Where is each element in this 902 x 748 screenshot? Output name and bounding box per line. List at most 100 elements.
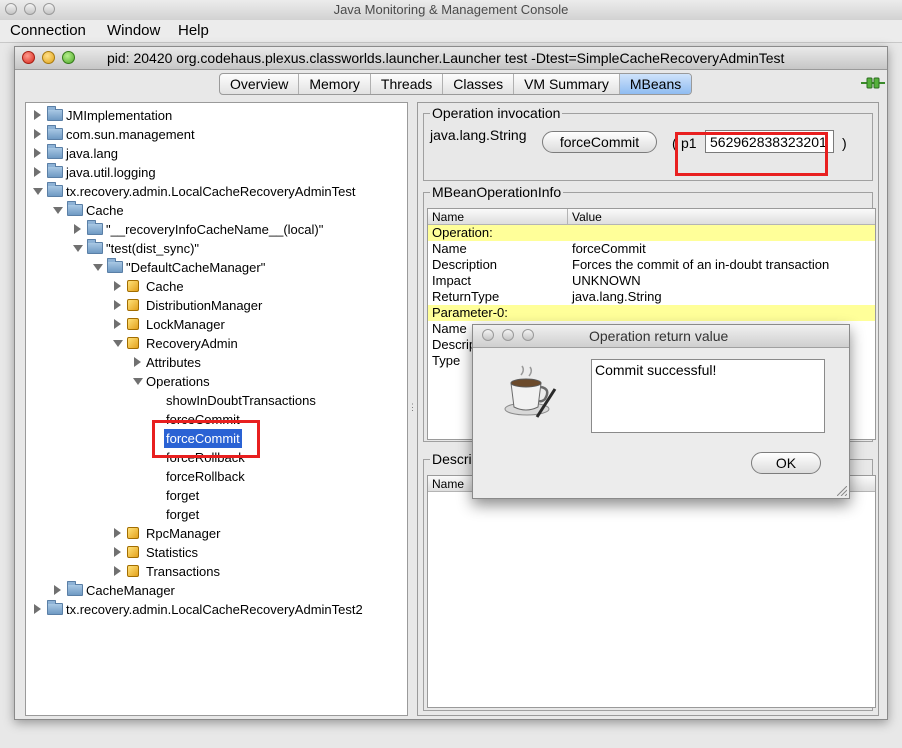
folder-icon: [47, 125, 63, 140]
row-name: ReturnType: [432, 289, 500, 304]
collapsed-arrow-icon[interactable]: [34, 604, 41, 614]
expanded-arrow-icon[interactable]: [93, 264, 103, 271]
table-row[interactable]: Impact UNKNOWN: [428, 273, 875, 289]
folder-icon: [47, 182, 63, 197]
expanded-arrow-icon[interactable]: [53, 207, 63, 214]
tree-node[interactable]: DistributionManager: [26, 296, 406, 315]
table-row[interactable]: Parameter-0:: [428, 305, 875, 321]
tree-node[interactable]: Attributes: [26, 353, 406, 372]
tree-node-label: Cache: [146, 279, 184, 294]
tree-node-label: Transactions: [146, 564, 220, 579]
tree-node[interactable]: RpcManager: [26, 524, 406, 543]
menu-window[interactable]: Window: [107, 22, 160, 39]
tree-node-label: LockManager: [146, 317, 225, 332]
tab-memory[interactable]: Memory: [299, 74, 371, 94]
table-row[interactable]: Operation:: [428, 225, 875, 241]
row-name: Impact: [432, 273, 472, 288]
tree-node[interactable]: tx.recovery.admin.LocalCacheRecoveryAdmi…: [26, 600, 406, 619]
dialog-zoom-button[interactable]: [522, 329, 534, 341]
connection-status-icon: [861, 77, 885, 89]
collapsed-arrow-icon[interactable]: [114, 281, 121, 291]
tree-node[interactable]: forget: [26, 505, 406, 524]
tab-vm-summary[interactable]: VM Summary: [514, 74, 620, 94]
tree-node[interactable]: CacheManager: [26, 581, 406, 600]
tree-node[interactable]: com.sun.management: [26, 125, 406, 144]
column-header-name[interactable]: Name: [428, 209, 568, 225]
tree-node[interactable]: Transactions: [26, 562, 406, 581]
column-header-value[interactable]: Value: [568, 209, 875, 225]
collapsed-arrow-icon[interactable]: [114, 300, 121, 310]
tree-node[interactable]: java.lang: [26, 144, 406, 163]
menu-help[interactable]: Help: [178, 22, 209, 39]
frame-title: pid: 20420 org.codehaus.plexus.classworl…: [107, 50, 785, 66]
dialog-close-button[interactable]: [482, 329, 494, 341]
tab-overview[interactable]: Overview: [220, 74, 300, 94]
tree-node[interactable]: Operations: [26, 372, 406, 391]
tree-node[interactable]: forget: [26, 486, 406, 505]
collapsed-arrow-icon[interactable]: [34, 148, 41, 158]
tree-node[interactable]: java.util.logging: [26, 163, 406, 182]
tree-node[interactable]: tx.recovery.admin.LocalCacheRecoveryAdmi…: [26, 182, 406, 201]
java-coffee-cup-icon: [504, 365, 557, 418]
collapsed-arrow-icon[interactable]: [54, 585, 61, 595]
tree-node[interactable]: "test(dist_sync)": [26, 239, 406, 258]
expanded-arrow-icon[interactable]: [33, 188, 43, 195]
force-commit-invoke-button[interactable]: forceCommit: [542, 131, 657, 153]
row-name: Name: [432, 321, 467, 336]
dialog-minimize-button[interactable]: [502, 329, 514, 341]
close-paren: ): [842, 135, 847, 151]
tree-node[interactable]: Cache: [26, 277, 406, 296]
resize-grip-icon[interactable]: [837, 486, 847, 496]
expanded-arrow-icon[interactable]: [113, 340, 123, 347]
tab-threads[interactable]: Threads: [371, 74, 444, 94]
collapsed-arrow-icon[interactable]: [34, 110, 41, 120]
collapsed-arrow-icon[interactable]: [114, 566, 121, 576]
expanded-arrow-icon[interactable]: [133, 378, 143, 385]
tree-node-label: RecoveryAdmin: [146, 336, 238, 351]
dialog-titlebar: Operation return value: [473, 325, 849, 348]
tree-node[interactable]: Statistics: [26, 543, 406, 562]
collapsed-arrow-icon[interactable]: [34, 167, 41, 177]
row-value: UNKNOWN: [572, 273, 641, 288]
table-row[interactable]: ReturnType java.lang.String: [428, 289, 875, 305]
tree-node[interactable]: RecoveryAdmin: [26, 334, 406, 353]
mbean-icon: [127, 527, 139, 539]
tree-node[interactable]: Cache: [26, 201, 406, 220]
frame-zoom-button[interactable]: [62, 51, 75, 64]
collapsed-arrow-icon[interactable]: [134, 357, 141, 367]
table-row[interactable]: Name forceCommit: [428, 241, 875, 257]
split-pane-divider[interactable]: ⋮: [408, 402, 417, 412]
tree-node[interactable]: showInDoubtTransactions: [26, 391, 406, 410]
row-name: Operation:: [432, 225, 493, 240]
collapsed-arrow-icon[interactable]: [114, 547, 121, 557]
mbean-icon: [127, 546, 139, 558]
tree-node-label: tx.recovery.admin.LocalCacheRecoveryAdmi…: [66, 602, 363, 617]
tree-node[interactable]: "DefaultCacheManager": [26, 258, 406, 277]
tree-node[interactable]: forceRollback: [26, 467, 406, 486]
menu-connection[interactable]: Connection: [10, 22, 86, 39]
return-type-label: java.lang.String: [430, 127, 527, 143]
annotation-highlight-box: [675, 132, 828, 176]
collapsed-arrow-icon[interactable]: [114, 528, 121, 538]
tree-node[interactable]: JMImplementation: [26, 106, 406, 125]
table-row[interactable]: Description Forces the commit of an in-do…: [428, 257, 875, 273]
frame-minimize-button[interactable]: [42, 51, 55, 64]
collapsed-arrow-icon[interactable]: [114, 319, 121, 329]
expanded-arrow-icon[interactable]: [73, 245, 83, 252]
operation-info-title: MBeanOperationInfo: [430, 184, 564, 200]
row-name: Description: [432, 257, 498, 272]
tree-node[interactable]: LockManager: [26, 315, 406, 334]
collapsed-arrow-icon[interactable]: [34, 129, 41, 139]
ok-button[interactable]: OK: [751, 452, 821, 474]
tree-node-label: forget: [166, 507, 200, 522]
folder-icon: [47, 600, 63, 615]
collapsed-arrow-icon[interactable]: [74, 224, 81, 234]
frame-close-button[interactable]: [22, 51, 35, 64]
folder-icon: [67, 201, 83, 216]
row-name: Name: [432, 241, 467, 256]
tree-node-label: JMImplementation: [66, 108, 173, 123]
tab-classes[interactable]: Classes: [443, 74, 515, 94]
tree-node[interactable]: "__recoveryInfoCacheName__(local)": [26, 220, 406, 239]
tab-mbeans[interactable]: MBeans: [619, 74, 692, 94]
row-value: Forces the commit of an in-doubt transac…: [572, 257, 830, 272]
